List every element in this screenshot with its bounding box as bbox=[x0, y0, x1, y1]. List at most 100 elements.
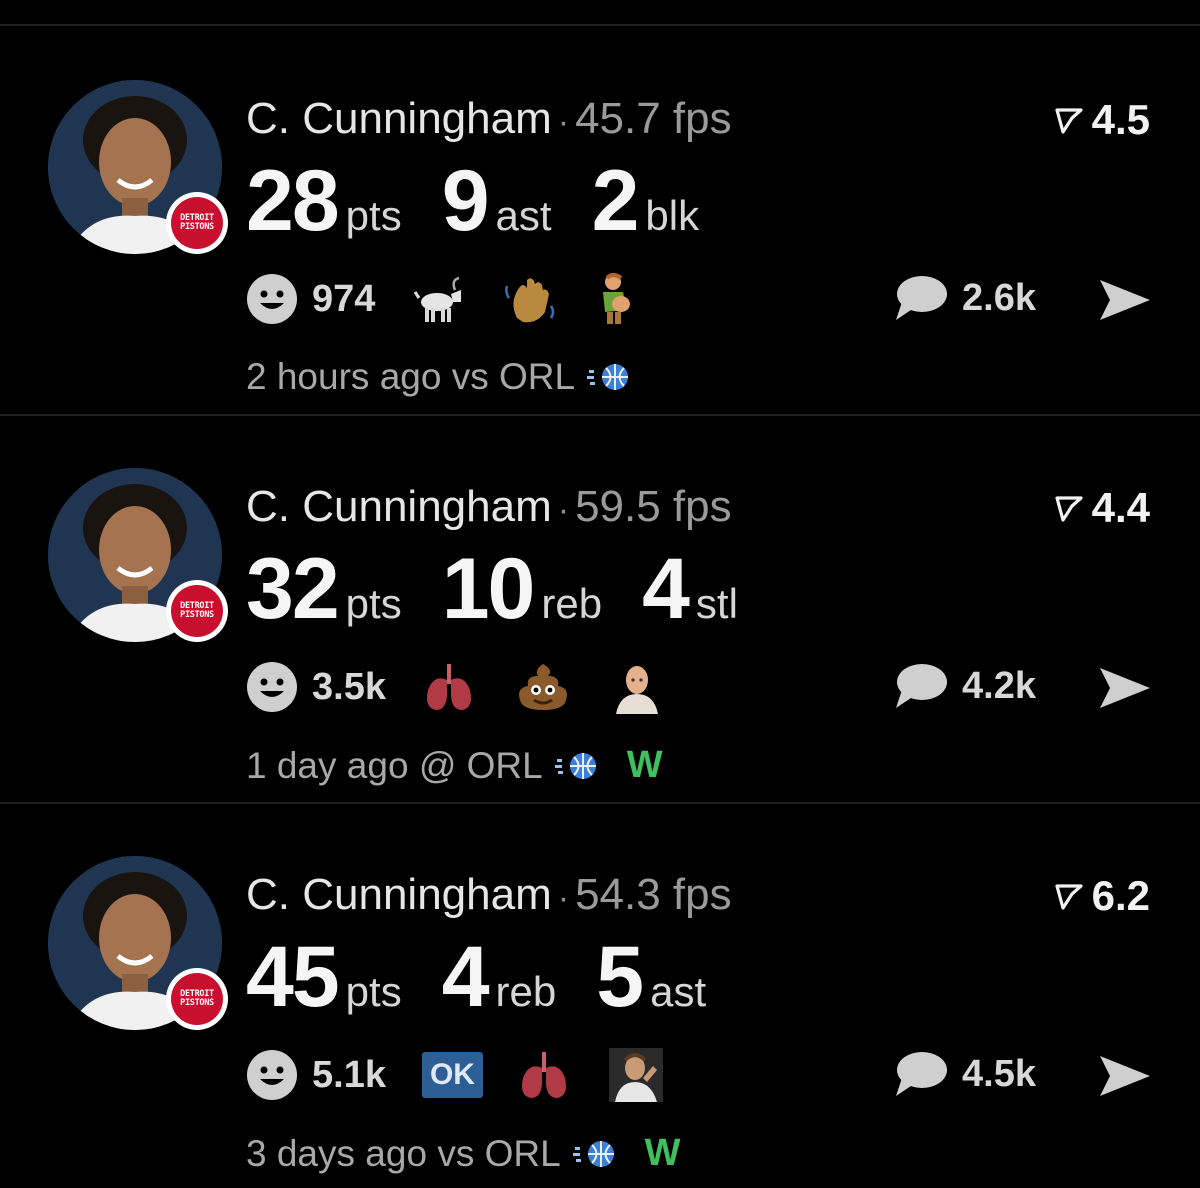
lungs-emoji[interactable] bbox=[517, 1048, 571, 1102]
separator: · bbox=[557, 491, 570, 529]
opponent[interactable]: vs ORL bbox=[452, 356, 575, 398]
stat-label: pts bbox=[345, 192, 402, 239]
stat-label: ast bbox=[495, 192, 552, 239]
stat-value: 10 bbox=[441, 541, 536, 637]
rating-flag-icon bbox=[1055, 496, 1083, 522]
reaction-row: 3.5k bbox=[246, 660, 702, 714]
ok-button-emoji[interactable]: OK bbox=[421, 1052, 483, 1098]
reaction-count: 3.5k bbox=[312, 665, 386, 708]
stat-item: 5 ast bbox=[596, 928, 706, 1027]
player-name[interactable]: C. Cunningham bbox=[246, 94, 552, 143]
comment-bubble-icon bbox=[896, 276, 947, 320]
player-header: C. Cunningham · 54.3 fps bbox=[246, 870, 732, 920]
game-meta: 2 hours ago vs ORL bbox=[246, 356, 659, 398]
share-arrow-icon bbox=[1100, 1056, 1150, 1096]
stat-line: 32 pts 10 reb 4 stl bbox=[246, 540, 778, 639]
smiley-react-icon[interactable] bbox=[246, 661, 298, 713]
game-result: W bbox=[626, 744, 663, 786]
comments-button[interactable]: 4.2k bbox=[892, 660, 1036, 712]
opponent[interactable]: vs ORL bbox=[437, 1133, 560, 1175]
share-button[interactable] bbox=[1096, 1052, 1152, 1105]
game-result: W bbox=[644, 1132, 681, 1174]
stat-label: reb bbox=[495, 968, 557, 1015]
rating[interactable]: 4.4 bbox=[1054, 484, 1150, 532]
rating-flag-icon bbox=[1055, 884, 1083, 910]
reaction-row: 5.1k OK bbox=[246, 1048, 701, 1102]
comments-button[interactable]: 4.5k bbox=[892, 1048, 1036, 1100]
player-name[interactable]: C. Cunningham bbox=[246, 482, 552, 531]
stat-value: 2 bbox=[591, 153, 640, 249]
basketball-icon bbox=[587, 362, 631, 392]
basketball-icon bbox=[554, 751, 599, 781]
time-ago: 3 days ago bbox=[246, 1132, 428, 1174]
stat-item: 10 reb bbox=[442, 540, 602, 639]
team-logo: DETROIT PISTONS bbox=[166, 968, 228, 1030]
pregnant-person-emoji[interactable] bbox=[595, 272, 635, 326]
facepalm-player-sticker[interactable] bbox=[608, 1048, 663, 1102]
player-header: C. Cunningham · 45.7 fps bbox=[246, 94, 732, 144]
stat-value: 4 bbox=[642, 541, 690, 637]
separator: · bbox=[557, 879, 570, 917]
separator: · bbox=[557, 103, 570, 141]
rating[interactable]: 6.2 bbox=[1054, 872, 1150, 920]
rating-value: 4.5 bbox=[1091, 96, 1150, 143]
game-card[interactable]: DETROIT PISTONS C. Cunningham · 59.5 fps 4.… bbox=[0, 412, 1200, 800]
lungs-emoji[interactable] bbox=[422, 660, 476, 714]
stat-value: 9 bbox=[441, 153, 490, 249]
comment-count: 4.5k bbox=[962, 1052, 1036, 1095]
opponent[interactable]: @ ORL bbox=[419, 745, 543, 787]
stat-item: 32 pts bbox=[246, 540, 402, 639]
stat-item: 9 ast bbox=[442, 152, 552, 251]
rating-value: 4.4 bbox=[1091, 484, 1150, 531]
team-logo: DETROIT PISTONS bbox=[166, 580, 228, 642]
reaction-count: 5.1k bbox=[312, 1053, 386, 1096]
rating-value: 6.2 bbox=[1091, 872, 1150, 919]
fantasy-points: 54.3 fps bbox=[575, 870, 732, 919]
share-button[interactable] bbox=[1096, 664, 1152, 717]
waving-hand-emoji[interactable] bbox=[503, 272, 557, 326]
game-card[interactable]: DETROIT PISTONS C. Cunningham · 54.3 fps 6.… bbox=[0, 800, 1200, 1188]
basketball-icon bbox=[572, 1139, 617, 1169]
stat-value: 4 bbox=[441, 929, 490, 1025]
comment-bubble-icon bbox=[896, 1052, 947, 1096]
rating-flag-icon bbox=[1055, 108, 1083, 134]
player-header: C. Cunningham · 59.5 fps bbox=[246, 482, 732, 532]
reaction-count: 974 bbox=[312, 277, 376, 320]
stat-value: 28 bbox=[246, 153, 340, 249]
stat-label: ast bbox=[650, 968, 707, 1015]
time-ago: 2 hours ago bbox=[246, 356, 442, 397]
fantasy-points: 59.5 fps bbox=[575, 482, 732, 531]
share-arrow-icon bbox=[1100, 668, 1150, 708]
fantasy-points: 45.7 fps bbox=[575, 94, 732, 143]
comment-count: 4.2k bbox=[962, 664, 1036, 707]
stat-item: 2 blk bbox=[592, 152, 700, 251]
stat-label: pts bbox=[345, 580, 402, 627]
reaction-row: 974 bbox=[246, 272, 673, 326]
share-arrow-icon bbox=[1100, 280, 1150, 320]
bald-person-sticker[interactable] bbox=[610, 660, 664, 714]
stat-label: reb bbox=[541, 580, 603, 627]
stat-item: 28 pts bbox=[246, 152, 402, 251]
stat-item: 45 pts bbox=[246, 928, 402, 1027]
time-ago: 1 day ago bbox=[246, 744, 409, 786]
stat-line: 28 pts 9 ast 2 blk bbox=[246, 152, 739, 251]
player-name[interactable]: C. Cunningham bbox=[246, 870, 552, 919]
comments-button[interactable]: 2.6k bbox=[892, 272, 1036, 324]
game-card[interactable]: DETROIT PISTONS C. Cunningham · 45.7 fps 4.… bbox=[0, 24, 1200, 412]
stat-value: 5 bbox=[596, 929, 644, 1025]
smiley-react-icon[interactable] bbox=[246, 1049, 298, 1101]
stat-label: blk bbox=[645, 192, 700, 239]
stat-line: 45 pts 4 reb 5 ast bbox=[246, 928, 746, 1027]
team-logo: DETROIT PISTONS bbox=[166, 192, 228, 254]
rating[interactable]: 4.5 bbox=[1054, 96, 1150, 144]
stat-value: 45 bbox=[246, 929, 340, 1025]
pile-of-poo-emoji[interactable] bbox=[514, 660, 572, 714]
stat-item: 4 reb bbox=[442, 928, 557, 1027]
stat-label: pts bbox=[345, 968, 402, 1015]
comment-count: 2.6k bbox=[962, 276, 1036, 319]
game-meta: 1 day ago @ ORL W bbox=[246, 744, 663, 787]
smiley-react-icon[interactable] bbox=[246, 273, 298, 325]
comment-bubble-icon bbox=[896, 664, 947, 708]
goat-emoji[interactable] bbox=[411, 272, 465, 326]
share-button[interactable] bbox=[1096, 276, 1152, 329]
